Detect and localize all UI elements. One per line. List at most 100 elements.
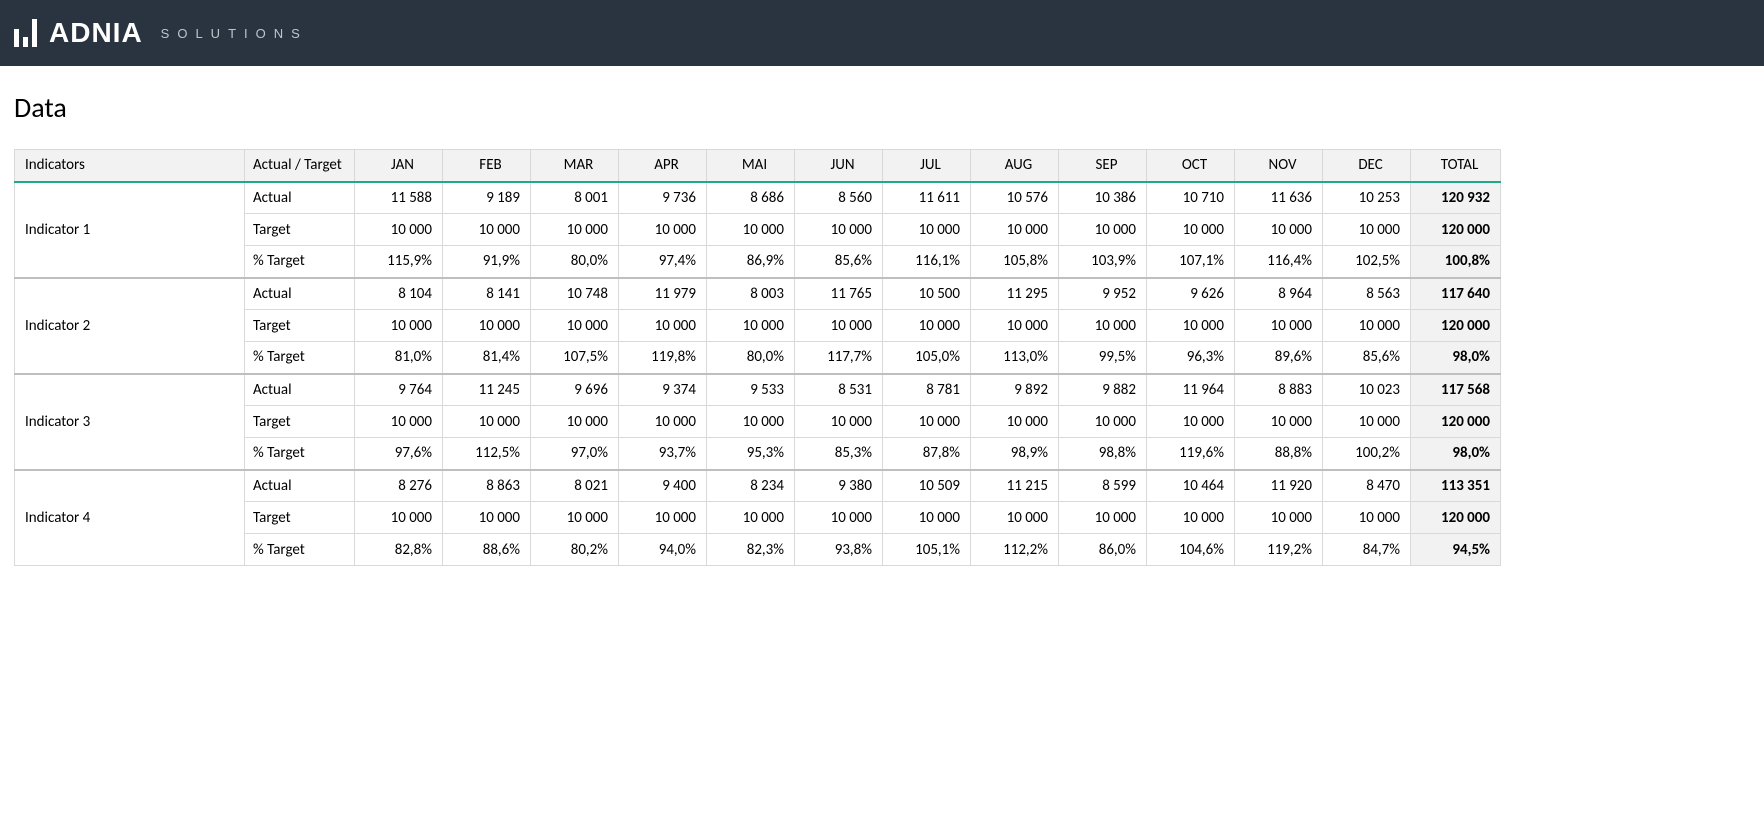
cell-value: 9 892 bbox=[971, 374, 1059, 406]
cell-value: 10 000 bbox=[971, 310, 1059, 342]
cell-value: 82,3% bbox=[707, 534, 795, 566]
cell-value: 10 000 bbox=[707, 502, 795, 534]
page-title: Data bbox=[14, 90, 1750, 125]
cell-value: 105,1% bbox=[883, 534, 971, 566]
cell-total: 120 000 bbox=[1411, 406, 1501, 438]
cell-value: 10 000 bbox=[619, 502, 707, 534]
cell-value: 10 000 bbox=[531, 502, 619, 534]
cell-value: 10 000 bbox=[1059, 406, 1147, 438]
cell-value: 10 710 bbox=[1147, 182, 1235, 214]
col-month-oct: OCT bbox=[1147, 150, 1235, 182]
cell-value: 9 380 bbox=[795, 470, 883, 502]
cell-value: 82,8% bbox=[355, 534, 443, 566]
cell-value: 10 000 bbox=[531, 214, 619, 246]
cell-value: 10 000 bbox=[619, 310, 707, 342]
cell-value: 86,9% bbox=[707, 246, 795, 278]
cell-value: 8 104 bbox=[355, 278, 443, 310]
cell-value: 9 736 bbox=[619, 182, 707, 214]
cell-value: 96,3% bbox=[1147, 342, 1235, 374]
cell-value: 10 000 bbox=[443, 502, 531, 534]
cell-value: 94,0% bbox=[619, 534, 707, 566]
cell-value: 10 000 bbox=[707, 214, 795, 246]
cell-value: 10 500 bbox=[883, 278, 971, 310]
app-header: ADNIA SOLUTIONS bbox=[0, 0, 1764, 66]
cell-value: 8 531 bbox=[795, 374, 883, 406]
cell-value: 11 611 bbox=[883, 182, 971, 214]
brand-sub: SOLUTIONS bbox=[161, 26, 308, 41]
cell-value: 11 920 bbox=[1235, 470, 1323, 502]
cell-value: 10 000 bbox=[1235, 406, 1323, 438]
cell-value: 10 509 bbox=[883, 470, 971, 502]
cell-value: 85,6% bbox=[1323, 342, 1411, 374]
cell-value: 81,4% bbox=[443, 342, 531, 374]
cell-total: 120 000 bbox=[1411, 310, 1501, 342]
cell-total: 117 640 bbox=[1411, 278, 1501, 310]
cell-value: 80,0% bbox=[707, 342, 795, 374]
cell-value: 11 765 bbox=[795, 278, 883, 310]
cell-value: 10 000 bbox=[1059, 310, 1147, 342]
cell-value: 102,5% bbox=[1323, 246, 1411, 278]
cell-value: 100,2% bbox=[1323, 438, 1411, 470]
cell-value: 10 000 bbox=[619, 406, 707, 438]
indicator-name: Indicator 2 bbox=[15, 278, 245, 374]
cell-value: 10 000 bbox=[707, 310, 795, 342]
cell-total: 120 932 bbox=[1411, 182, 1501, 214]
cell-value: 8 686 bbox=[707, 182, 795, 214]
col-month-jul: JUL bbox=[883, 150, 971, 182]
cell-value: 10 000 bbox=[1147, 406, 1235, 438]
cell-value: 10 000 bbox=[883, 310, 971, 342]
cell-value: 98,9% bbox=[971, 438, 1059, 470]
cell-value: 9 626 bbox=[1147, 278, 1235, 310]
cell-total: 94,5% bbox=[1411, 534, 1501, 566]
cell-value: 10 000 bbox=[443, 214, 531, 246]
row-type-label: % Target bbox=[245, 534, 355, 566]
cell-total: 120 000 bbox=[1411, 214, 1501, 246]
cell-value: 10 000 bbox=[531, 310, 619, 342]
cell-value: 119,8% bbox=[619, 342, 707, 374]
cell-value: 112,2% bbox=[971, 534, 1059, 566]
cell-value: 89,6% bbox=[1235, 342, 1323, 374]
logo-bars-icon bbox=[14, 19, 37, 47]
cell-total: 100,8% bbox=[1411, 246, 1501, 278]
cell-value: 10 000 bbox=[1147, 214, 1235, 246]
cell-value: 10 000 bbox=[619, 214, 707, 246]
cell-value: 10 253 bbox=[1323, 182, 1411, 214]
cell-value: 10 000 bbox=[1323, 214, 1411, 246]
table-row: Indicator 4Actual8 2768 8638 0219 4008 2… bbox=[15, 470, 1501, 502]
cell-total: 98,0% bbox=[1411, 438, 1501, 470]
cell-value: 9 374 bbox=[619, 374, 707, 406]
col-month-nov: NOV bbox=[1235, 150, 1323, 182]
cell-value: 116,1% bbox=[883, 246, 971, 278]
cell-value: 105,8% bbox=[971, 246, 1059, 278]
col-month-mar: MAR bbox=[531, 150, 619, 182]
table-row: Indicator 1Actual11 5889 1898 0019 7368 … bbox=[15, 182, 1501, 214]
cell-value: 86,0% bbox=[1059, 534, 1147, 566]
cell-value: 10 000 bbox=[795, 310, 883, 342]
cell-value: 8 964 bbox=[1235, 278, 1323, 310]
cell-value: 88,8% bbox=[1235, 438, 1323, 470]
row-type-label: % Target bbox=[245, 246, 355, 278]
row-type-label: Target bbox=[245, 310, 355, 342]
cell-value: 10 000 bbox=[1323, 310, 1411, 342]
cell-value: 119,6% bbox=[1147, 438, 1235, 470]
cell-value: 10 000 bbox=[795, 406, 883, 438]
brand-logo: ADNIA SOLUTIONS bbox=[14, 17, 308, 49]
cell-value: 8 560 bbox=[795, 182, 883, 214]
table-row: Indicator 2Actual8 1048 14110 74811 9798… bbox=[15, 278, 1501, 310]
row-type-label: Actual bbox=[245, 182, 355, 214]
cell-value: 11 588 bbox=[355, 182, 443, 214]
cell-value: 107,5% bbox=[531, 342, 619, 374]
cell-value: 8 141 bbox=[443, 278, 531, 310]
cell-value: 8 470 bbox=[1323, 470, 1411, 502]
cell-value: 11 295 bbox=[971, 278, 1059, 310]
indicators-table: Indicators Actual / Target JAN FEB MAR A… bbox=[14, 149, 1501, 566]
cell-value: 8 001 bbox=[531, 182, 619, 214]
cell-value: 85,3% bbox=[795, 438, 883, 470]
cell-value: 10 576 bbox=[971, 182, 1059, 214]
cell-value: 88,6% bbox=[443, 534, 531, 566]
cell-value: 10 000 bbox=[1059, 502, 1147, 534]
row-type-label: Target bbox=[245, 502, 355, 534]
col-month-apr: APR bbox=[619, 150, 707, 182]
cell-value: 95,3% bbox=[707, 438, 795, 470]
cell-value: 93,8% bbox=[795, 534, 883, 566]
